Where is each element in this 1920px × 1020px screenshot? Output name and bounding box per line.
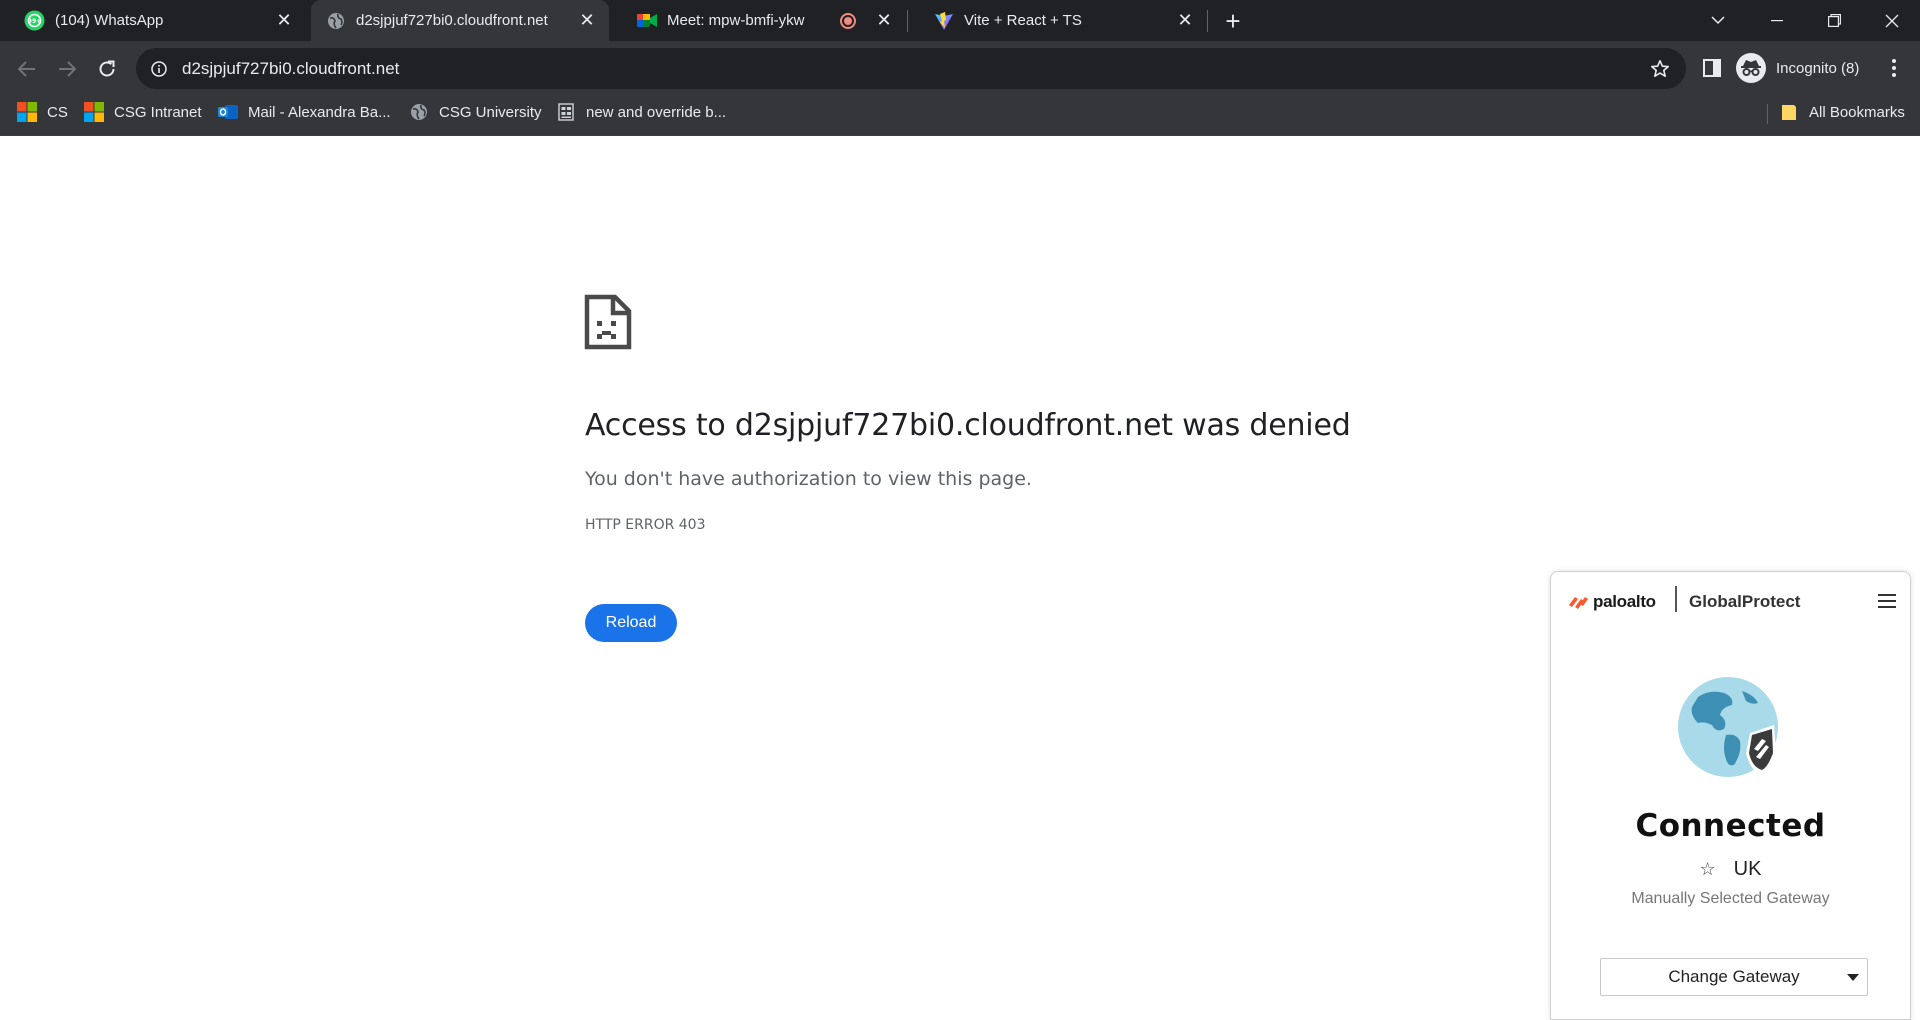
tab-separator bbox=[907, 10, 908, 32]
back-button[interactable] bbox=[9, 51, 45, 87]
google-meet-icon bbox=[636, 10, 657, 31]
bookmarks-separator bbox=[1767, 104, 1768, 124]
close-icon bbox=[1885, 14, 1899, 27]
url-text: d2sjpjuf727bi0.cloudfront.net bbox=[182, 58, 400, 78]
reload-icon bbox=[99, 60, 115, 77]
bookmark-label: new and override b... bbox=[586, 103, 727, 121]
change-gateway-label: Change Gateway bbox=[1668, 967, 1800, 986]
browser-toolbar: d2sjpjuf727bi0.cloudfront.net Incognito … bbox=[0, 41, 1920, 97]
side-panel-icon bbox=[1703, 59, 1721, 77]
globalprotect-header: paloalto GlobalProtect bbox=[1551, 572, 1910, 630]
bookmark-csg-university[interactable]: CSG University bbox=[409, 97, 542, 127]
tab-whatsapp[interactable]: 99+ (104) WhatsApp ✕ bbox=[0, 0, 306, 41]
close-icon[interactable]: ✕ bbox=[272, 9, 296, 33]
vite-icon bbox=[933, 10, 954, 31]
profile-button[interactable]: Incognito (8) bbox=[1733, 49, 1871, 87]
paloalto-logo: paloalto bbox=[1569, 592, 1656, 612]
chevron-down-icon bbox=[1711, 16, 1725, 25]
header-divider bbox=[1675, 586, 1677, 612]
incognito-icon bbox=[1736, 53, 1766, 83]
bookmark-new-and-override[interactable]: new and override b... bbox=[556, 97, 726, 127]
arrow-right-icon bbox=[59, 61, 76, 77]
recording-icon bbox=[840, 12, 856, 29]
change-gateway-dropdown[interactable]: Change Gateway bbox=[1600, 958, 1868, 996]
tab-google-meet[interactable]: Meet: mpw-bmfi-ykw ✕ bbox=[612, 0, 906, 41]
microsoft-icon bbox=[84, 102, 104, 122]
hamburger-menu-icon[interactable] bbox=[1878, 594, 1896, 608]
bookmark-csg-intranet[interactable]: CSG Intranet bbox=[84, 97, 202, 127]
paloalto-mark-icon bbox=[1569, 597, 1588, 609]
gateway-name: UK bbox=[1733, 858, 1762, 880]
error-code: HTTP ERROR 403 bbox=[585, 517, 706, 533]
bookmark-label: CSG Intranet bbox=[114, 103, 202, 121]
gateway-row: ☆ UK bbox=[1551, 858, 1910, 881]
tab-title: Vite + React + TS bbox=[964, 12, 1082, 29]
all-bookmarks-button[interactable]: All Bookmarks bbox=[1779, 97, 1905, 127]
bookmark-star-icon[interactable] bbox=[1648, 57, 1672, 81]
tab-title: Meet: mpw-bmfi-ykw bbox=[667, 12, 805, 29]
new-tab-button[interactable]: + bbox=[1217, 6, 1249, 36]
connection-status: Connected bbox=[1635, 808, 1826, 844]
restore-button[interactable] bbox=[1806, 0, 1862, 41]
arrow-left-icon bbox=[18, 61, 35, 77]
tab-cloudfront[interactable]: d2sjpjuf727bi0.cloudfront.net ✕ bbox=[311, 0, 609, 41]
site-info-icon[interactable] bbox=[148, 58, 170, 80]
reload-button[interactable] bbox=[89, 51, 125, 87]
tab-vite[interactable]: Vite + React + TS ✕ bbox=[909, 0, 1207, 41]
globalprotect-panel: paloalto GlobalProtect Connected ☆ UK Ma… bbox=[1550, 571, 1911, 1020]
tab-separator bbox=[1207, 10, 1208, 32]
tab-title: d2sjpjuf727bi0.cloudfront.net bbox=[356, 12, 548, 29]
profile-label: Incognito (8) bbox=[1776, 59, 1860, 77]
address-bar[interactable]: d2sjpjuf727bi0.cloudfront.net bbox=[136, 48, 1686, 89]
more-vert-icon bbox=[1892, 59, 1896, 77]
sad-document-icon bbox=[584, 294, 632, 355]
folder-icon bbox=[1779, 102, 1799, 122]
bookmark-label: CSG University bbox=[439, 103, 542, 121]
whatsapp-icon: 99+ bbox=[24, 10, 45, 31]
close-window-button[interactable] bbox=[1864, 0, 1920, 41]
minimize-button[interactable] bbox=[1749, 0, 1805, 41]
star-outline-icon[interactable]: ☆ bbox=[1700, 859, 1716, 880]
bookmark-label: Mail - Alexandra Ba... bbox=[248, 103, 391, 121]
tab-title: (104) WhatsApp bbox=[55, 12, 164, 29]
reload-page-button[interactable]: Reload bbox=[585, 604, 677, 642]
gateway-mode: Manually Selected Gateway bbox=[1631, 890, 1830, 907]
chrome-menu-button[interactable] bbox=[1878, 52, 1910, 84]
close-icon[interactable]: ✕ bbox=[1173, 9, 1197, 33]
error-description: You don't have authorization to view thi… bbox=[585, 468, 1032, 490]
globe-shield-icon bbox=[1676, 675, 1786, 790]
paloalto-brand: paloalto bbox=[1593, 592, 1656, 611]
close-icon[interactable]: ✕ bbox=[872, 9, 896, 33]
globe-icon bbox=[325, 10, 346, 31]
error-title: Access to d2sjpjuf727bi0.cloudfront.net … bbox=[585, 408, 1351, 443]
bookmark-cs[interactable]: CS bbox=[17, 97, 68, 127]
microsoft-icon bbox=[17, 102, 37, 122]
all-bookmarks-label: All Bookmarks bbox=[1809, 103, 1905, 121]
bookmarks-bar: CS CSG Intranet Mail - Alexandra Ba... C… bbox=[0, 97, 1920, 136]
restore-icon bbox=[1827, 14, 1841, 27]
forward-button[interactable] bbox=[49, 51, 85, 87]
caret-down-icon bbox=[1847, 974, 1859, 981]
close-icon[interactable]: ✕ bbox=[575, 9, 599, 33]
document-icon bbox=[556, 102, 576, 122]
svg-text:99+: 99+ bbox=[28, 18, 41, 25]
bookmark-mail[interactable]: Mail - Alexandra Ba... bbox=[218, 97, 391, 127]
globalprotect-title: GlobalProtect bbox=[1689, 592, 1801, 611]
bookmark-label: CS bbox=[47, 103, 68, 121]
tab-strip: 99+ (104) WhatsApp ✕ d2sjpjuf727bi0.clou… bbox=[0, 0, 1920, 41]
globe-icon bbox=[409, 102, 429, 122]
tab-search-button[interactable] bbox=[1690, 0, 1746, 41]
outlook-icon bbox=[218, 102, 238, 122]
side-panel-button[interactable] bbox=[1696, 52, 1728, 84]
minimize-icon bbox=[1771, 19, 1783, 21]
